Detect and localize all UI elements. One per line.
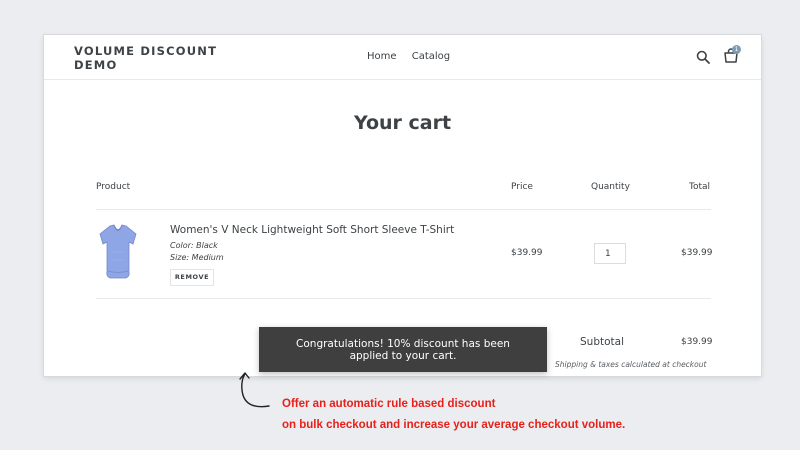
nav-catalog-link[interactable]: Catalog: [412, 51, 450, 62]
promo-text-line-2: on bulk checkout and increase your avera…: [282, 419, 626, 431]
remove-button[interactable]: REMOVE: [170, 269, 214, 286]
product-image-tshirt[interactable]: [96, 222, 140, 280]
curved-arrow-icon: [239, 372, 270, 408]
cart-count-badge: 1: [732, 45, 741, 54]
search-icon[interactable]: [696, 50, 710, 64]
shipping-note: Shipping & taxes calculated at checkout: [555, 360, 707, 369]
store-logo[interactable]: VOLUME DISCOUNT DEMO: [74, 44, 234, 72]
discount-toast: Congratulations! 10% discount has been a…: [259, 327, 547, 372]
main-nav: Home Catalog: [367, 51, 462, 62]
table-divider-top: [96, 209, 711, 210]
column-header-price: Price: [511, 182, 533, 192]
nav-home-link[interactable]: Home: [367, 51, 397, 62]
column-header-product: Product: [96, 182, 131, 192]
promo-text-line-1: Offer an automatic rule based discount: [282, 398, 496, 410]
product-color: Color: Black: [170, 241, 218, 250]
site-header: VOLUME DISCOUNT DEMO Home Catalog 1: [44, 35, 761, 80]
toast-line-1: Congratulations! 10% discount has been: [296, 338, 510, 350]
item-total: $39.99: [681, 248, 713, 258]
column-header-total: Total: [689, 182, 711, 192]
subtotal-label: Subtotal: [580, 336, 624, 348]
column-header-quantity: Quantity: [591, 182, 630, 192]
product-name-link[interactable]: Women's V Neck Lightweight Soft Short Sl…: [170, 224, 454, 236]
store-window: VOLUME DISCOUNT DEMO Home Catalog 1 Your…: [44, 35, 761, 376]
quantity-input[interactable]: [594, 243, 626, 264]
item-price: $39.99: [511, 248, 543, 258]
toast-line-2: applied to your cart.: [349, 350, 457, 362]
table-divider-bottom: [96, 298, 711, 299]
product-size: Size: Medium: [170, 253, 224, 262]
page-title: Your cart: [353, 112, 452, 134]
subtotal-value: $39.99: [681, 337, 713, 347]
